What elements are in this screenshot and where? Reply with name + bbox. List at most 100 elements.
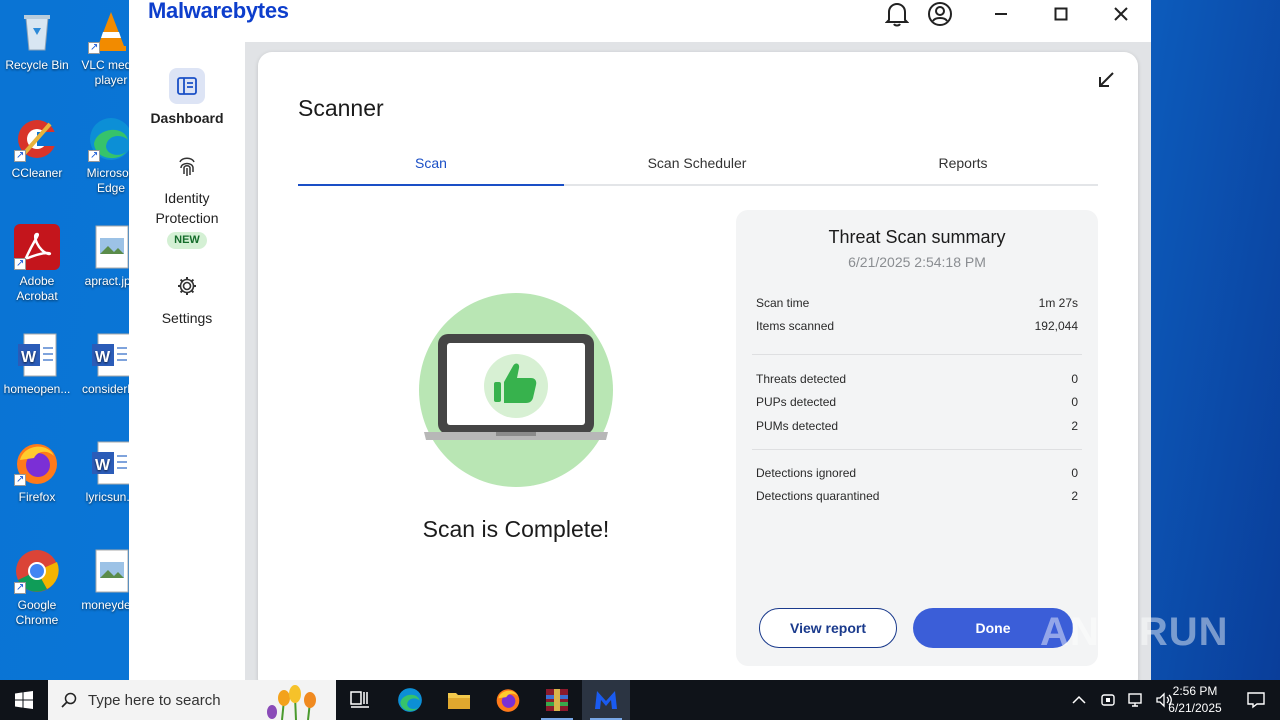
edge-icon [88,116,134,163]
notifications-button[interactable] [879,0,915,28]
search-placeholder: Type here to search [88,692,221,709]
row-label: Detections ignored [756,466,857,480]
view-report-button[interactable]: View report [759,608,897,648]
summary-divider [752,354,1082,355]
folder-icon [448,693,470,709]
network-icon[interactable] [1128,692,1144,708]
sidebar-item-label: Identity Protection [155,190,219,226]
row-value: 2 [1071,489,1078,503]
desktop-icon-google-chrome[interactable]: Google Chrome [0,544,74,628]
user-circle-icon [928,2,952,26]
taskbar-clock[interactable]: 2:56 PM 6/21/2025 [1160,683,1230,717]
dashboard-icon [169,68,205,104]
edge-icon [398,688,422,712]
row-label: Scan time [756,296,810,310]
windows-logo-icon [15,691,33,709]
minimize-button[interactable] [983,0,1019,28]
firefox-icon [14,440,60,487]
row-label: PUMs detected [756,419,839,433]
clock-date: 6/21/2025 [1168,701,1222,715]
account-button[interactable] [922,0,958,28]
tab-scan[interactable]: Scan [298,155,564,171]
svg-text:W: W [95,457,111,474]
malwarebytes-logo: Malwarebytes [148,0,289,23]
collapse-button[interactable] [1094,68,1118,92]
desktop: Recycle Bin CCleaner Adobe Acrobat W hom… [0,0,1280,680]
tulips-decoration-icon [267,685,316,720]
summary-row-detections-quarantined: Detections quarantined 2 [756,489,1078,503]
word-document-icon: W [88,440,134,486]
chevron-up-icon[interactable] [1072,695,1086,705]
taskbar-firefox[interactable] [484,680,532,720]
row-value: 192,044 [1034,319,1078,333]
sidebar-item-label: Dashboard [150,110,224,126]
start-button[interactable] [0,680,48,720]
row-label: Items scanned [756,319,835,333]
tab-scan-scheduler[interactable]: Scan Scheduler [564,155,830,171]
desktop-icon-firefox[interactable]: Firefox [0,436,74,505]
summary-title: Threat Scan summary [828,227,1006,247]
desktop-icon-label: homeopen... [3,382,71,396]
sidebar-item-label: Settings [161,310,213,326]
taskbar: Type here to search 2:56 PM 6/21/2025 [0,680,1280,720]
summary-row-scan-time: Scan time 1m 27s [756,296,1078,310]
desktop-icon-label: Firefox [18,490,56,504]
malwarebytes-window: Malwarebytes Dashboard Identity Protecti… [129,0,1151,680]
sidebar-item-identity-protection[interactable]: Identity Protection NEW [129,148,245,249]
clock-time: 2:56 PM [1172,684,1218,698]
row-value: 1m 27s [1038,296,1078,310]
summary-row-pums-detected: PUMs detected 2 [756,419,1078,433]
summary-row-threats-detected: Threats detected 0 [756,372,1078,386]
anyrun-watermark: ANY RUN [1040,610,1229,654]
svg-text:W: W [95,349,111,366]
notification-center-button[interactable] [1232,680,1280,720]
row-label: Detections quarantined [756,489,880,503]
image-file-icon [88,224,134,270]
desktop-icon-label: Recycle Bin [5,58,69,72]
desktop-icon-homeopen[interactable]: W homeopen... [0,328,74,397]
summary-divider [752,449,1082,450]
scan-complete-illustration [418,292,614,488]
taskbar-file-explorer[interactable] [435,680,483,720]
image-file-icon [88,548,134,594]
taskbar-malwarebytes[interactable] [582,680,630,720]
sidebar-item-dashboard[interactable]: Dashboard [129,68,245,128]
close-icon [1114,7,1128,21]
main-content: Scanner Scan Scan Scheduler Reports Scan… [245,42,1151,680]
winrar-icon [546,689,568,711]
ccleaner-icon [14,116,60,163]
task-view-button[interactable] [336,680,384,720]
bell-icon [885,2,909,27]
taskbar-search[interactable]: Type here to search [48,680,336,720]
search-icon [61,692,77,708]
maximize-button[interactable] [1043,0,1079,28]
desktop-icon-ccleaner[interactable]: CCleaner [0,112,74,181]
threat-scan-summary: Threat Scan summary 6/21/2025 2:54:18 PM… [736,210,1098,666]
scanner-tabs: Scan Scan Scheduler Reports [298,149,1098,186]
taskbar-winrar[interactable] [533,680,581,720]
row-value: 0 [1071,395,1078,409]
task-view-icon [350,691,369,708]
desktop-icon-label: CCleaner [11,166,63,180]
active-tab-indicator [298,184,564,186]
scan-status-text: Scan is Complete! [422,516,610,542]
desktop-icon-adobe-acrobat[interactable]: Adobe Acrobat [0,220,74,304]
svg-text:W: W [21,349,37,366]
desktop-icon-recycle-bin[interactable]: Recycle Bin [0,4,74,73]
word-document-icon: W [88,332,134,378]
tab-reports[interactable]: Reports [830,155,1096,171]
maximize-icon [1054,7,1068,21]
vlc-icon [88,8,134,55]
recycle-bin-icon [14,8,60,54]
firefox-icon [496,689,520,712]
taskbar-edge[interactable] [386,680,434,720]
summary-row-pups-detected: PUPs detected 0 [756,395,1078,409]
sidebar-item-settings[interactable]: Settings [129,268,245,328]
summary-row-detections-ignored: Detections ignored 0 [756,466,1078,480]
word-document-icon: W [14,332,60,378]
row-label: PUPs detected [756,395,837,409]
device-icon[interactable] [1100,692,1116,708]
new-badge: NEW [167,232,207,249]
desktop-icon-label: Adobe Acrobat [16,274,58,303]
close-button[interactable] [1103,0,1139,28]
